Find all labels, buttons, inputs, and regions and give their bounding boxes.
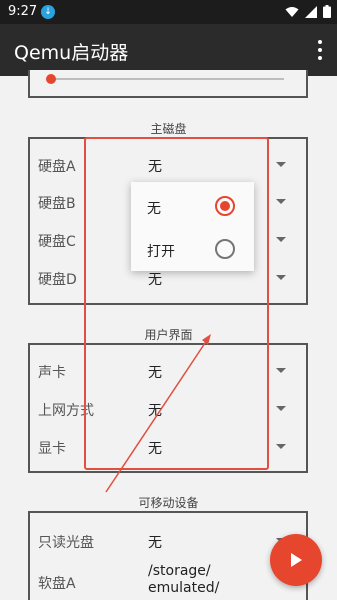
dropdown-arrow-icon[interactable] [276, 199, 286, 204]
app-title: Qemu启动器 [14, 42, 129, 64]
status-time: 9:27 [8, 4, 38, 19]
slider-track[interactable] [46, 74, 284, 84]
main-disk-title: 主磁盘 [150, 122, 187, 136]
row-value: /storage/ emulated/ [148, 563, 220, 596]
popup-option-none[interactable]: 无 [131, 184, 254, 228]
slider-thumb[interactable] [46, 74, 56, 84]
play-icon [291, 553, 302, 567]
option-label: 无 [147, 201, 161, 217]
radio-unselected-icon[interactable] [215, 239, 235, 259]
row-label: 硬盘D [38, 272, 77, 288]
disk-option-popup: 无 打开 [131, 182, 254, 271]
dropdown-arrow-icon[interactable] [276, 237, 286, 242]
radio-selected-icon[interactable] [215, 196, 235, 216]
more-vert-icon[interactable] [317, 40, 323, 60]
row-label: 只读光盘 [38, 535, 94, 551]
dropdown-arrow-icon[interactable] [276, 162, 286, 167]
row-label: 硬盘B [38, 196, 76, 212]
removable-panel: 只读光盘 无 软盘A /storage/ emulated/ [28, 511, 308, 600]
option-label: 打开 [147, 244, 175, 260]
status-bar: 9:27 ↓ [0, 0, 337, 24]
row-label: 硬盘C [38, 234, 76, 250]
cdrom-row[interactable]: 只读光盘 无 [30, 523, 306, 559]
wifi-icon [285, 6, 299, 17]
popup-option-open[interactable]: 打开 [131, 227, 254, 271]
start-button[interactable] [270, 534, 322, 586]
row-value: 无 [148, 535, 162, 551]
dropdown-arrow-icon[interactable] [276, 406, 286, 411]
dropdown-arrow-icon[interactable] [276, 444, 286, 449]
floppy-a-row[interactable]: 软盘A /storage/ emulated/ [30, 561, 306, 600]
memory-panel [28, 70, 308, 98]
row-label: 声卡 [38, 365, 66, 381]
signal-icon [305, 5, 317, 18]
row-label: 软盘A [38, 576, 76, 592]
row-label: 硬盘A [38, 159, 76, 175]
dropdown-arrow-icon[interactable] [276, 368, 286, 373]
removable-title: 可移动设备 [138, 496, 199, 510]
app-bar: Qemu启动器 [0, 24, 337, 76]
battery-icon [323, 5, 331, 18]
dropdown-arrow-icon[interactable] [276, 275, 286, 280]
download-icon: ↓ [41, 5, 55, 19]
row-label: 显卡 [38, 441, 66, 457]
